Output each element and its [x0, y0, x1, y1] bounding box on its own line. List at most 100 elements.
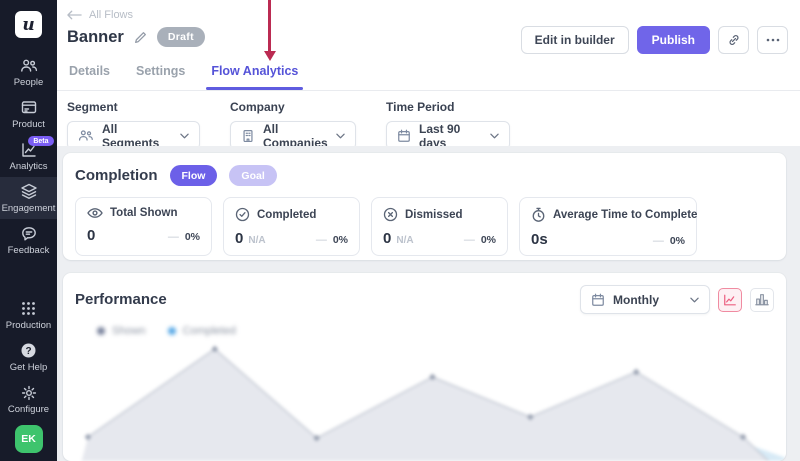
stat-label: Average Time to Complete: [553, 209, 698, 221]
stat-label: Completed: [257, 208, 317, 221]
goal-toggle-pill[interactable]: Goal: [229, 165, 277, 186]
beta-badge: Beta: [28, 136, 54, 146]
sidebar: u People Product Beta Analytics Engageme…: [0, 0, 57, 461]
stat-label: Dismissed: [405, 208, 463, 221]
bar-chart-toggle[interactable]: [750, 287, 774, 312]
grid-icon: [21, 300, 36, 317]
flow-toggle-pill[interactable]: Flow: [169, 165, 218, 186]
sidebar-item-label: Production: [5, 320, 52, 331]
sidebar-item-people[interactable]: People: [0, 51, 57, 93]
content-area: Completion Flow Goal Total Shown 0 —0% C…: [57, 146, 800, 461]
tab-details[interactable]: Details: [69, 64, 110, 90]
annotation-arrow: [263, 0, 276, 61]
tab-settings[interactable]: Settings: [136, 64, 185, 90]
stat-label: Total Shown: [110, 207, 178, 219]
stat-secondary: N/A: [248, 235, 266, 246]
calendar-icon: [591, 293, 605, 307]
sidebar-item-production[interactable]: Production: [0, 294, 57, 336]
chart-legend: Shown Completed: [97, 325, 774, 337]
filter-label: Time Period: [386, 100, 455, 114]
analytics-icon: Beta: [21, 136, 54, 158]
period-select[interactable]: Monthly: [580, 285, 710, 314]
delta-dash: —: [167, 231, 179, 243]
filter-label: Segment: [67, 100, 118, 114]
header-actions: Edit in builder Publish: [520, 26, 788, 54]
stopwatch-icon: [531, 207, 546, 223]
filter-label: Company: [230, 100, 285, 114]
legend-dot: [167, 327, 176, 335]
sidebar-item-get-help[interactable]: ? Get Help: [0, 336, 57, 378]
stat-value: 0: [87, 227, 96, 244]
period-select-value: Monthly: [613, 292, 659, 307]
completion-header: Completion Flow Goal: [75, 165, 774, 186]
more-icon: [766, 38, 780, 42]
sidebar-item-configure[interactable]: Configure: [0, 378, 57, 420]
eye-icon: [87, 207, 103, 219]
bar-chart-icon: [755, 293, 769, 306]
page-title: Banner: [67, 27, 124, 46]
delta-percent: 0%: [480, 234, 496, 246]
sidebar-item-label: Configure: [7, 404, 50, 415]
delta-dash: —: [652, 235, 664, 247]
building-icon: [241, 129, 255, 143]
sidebar-item-product[interactable]: Product: [0, 93, 57, 135]
stat-card-completed: Completed 0 N/A — 0%: [223, 197, 360, 256]
chart-shown-area: [81, 349, 769, 461]
stat-value: 0s: [531, 231, 548, 248]
link-icon: [727, 33, 741, 47]
sidebar-item-analytics[interactable]: Beta Analytics: [0, 135, 57, 177]
user-avatar[interactable]: EK: [14, 425, 43, 453]
page-header: All Flows Banner Draft Edit in builder P…: [57, 0, 800, 91]
performance-controls: Monthly: [580, 285, 774, 314]
engagement-icon: [20, 183, 38, 200]
sidebar-item-label: Feedback: [7, 245, 50, 256]
sidebar-item-label: Analytics: [9, 161, 48, 172]
filter-time-period: Time Period Last 90 days: [386, 100, 510, 150]
legend-label: Shown: [112, 325, 146, 337]
more-options-button[interactable]: [757, 26, 788, 54]
line-chart-icon: [723, 293, 737, 307]
tab-bar: Details Settings Flow Analytics: [69, 64, 304, 90]
help-icon: ?: [20, 342, 37, 359]
chevron-down-icon: [490, 133, 499, 139]
performance-panel: Performance Monthly Shown Completed: [63, 273, 786, 461]
sidebar-item-feedback[interactable]: Feedback: [0, 219, 57, 261]
completion-title: Completion: [75, 167, 158, 184]
edit-title-icon[interactable]: [134, 31, 147, 44]
main-area: All Flows Banner Draft Edit in builder P…: [57, 0, 800, 461]
sidebar-item-engagement[interactable]: Engagement: [0, 177, 57, 219]
chart-svg: [81, 345, 786, 461]
line-chart-toggle[interactable]: [718, 287, 742, 312]
delta-dash: —: [315, 234, 327, 246]
publish-button[interactable]: Publish: [636, 26, 710, 54]
back-link[interactable]: All Flows: [67, 0, 137, 21]
product-icon: [21, 99, 37, 116]
stat-secondary: N/A: [396, 235, 414, 246]
delta-percent: 0%: [332, 234, 348, 246]
legend-item-shown: Shown: [97, 325, 146, 337]
chevron-down-icon: [690, 297, 699, 303]
people-icon: [20, 57, 38, 74]
sidebar-bottom: Production ? Get Help Configure EK: [0, 294, 57, 461]
stat-card-total-shown: Total Shown 0 — 0%: [75, 197, 212, 256]
stat-card-average-time: Average Time to Complete 0s — 0%: [519, 197, 697, 256]
sidebar-item-label: Get Help: [9, 362, 48, 373]
edit-in-builder-button[interactable]: Edit in builder: [520, 26, 629, 54]
copy-link-button[interactable]: [718, 26, 749, 54]
check-circle-icon: [235, 207, 250, 222]
back-label: All Flows: [89, 9, 134, 21]
delta-dash: —: [463, 234, 475, 246]
performance-chart[interactable]: [63, 338, 786, 461]
status-badge: Draft: [156, 27, 205, 47]
x-circle-icon: [383, 207, 398, 222]
app-logo[interactable]: u: [15, 11, 42, 38]
performance-title: Performance: [75, 291, 167, 308]
back-arrow-icon: [67, 10, 82, 20]
stat-cards: Total Shown 0 — 0% Completed 0 N/A — 0% D…: [75, 197, 774, 256]
tab-flow-analytics[interactable]: Flow Analytics: [206, 64, 304, 90]
filter-company: Company All Companies: [230, 100, 356, 150]
sidebar-item-label: Product: [12, 119, 45, 130]
app-logo-letter: u: [22, 14, 35, 35]
sidebar-item-label: People: [13, 77, 44, 88]
chevron-down-icon: [180, 133, 189, 139]
